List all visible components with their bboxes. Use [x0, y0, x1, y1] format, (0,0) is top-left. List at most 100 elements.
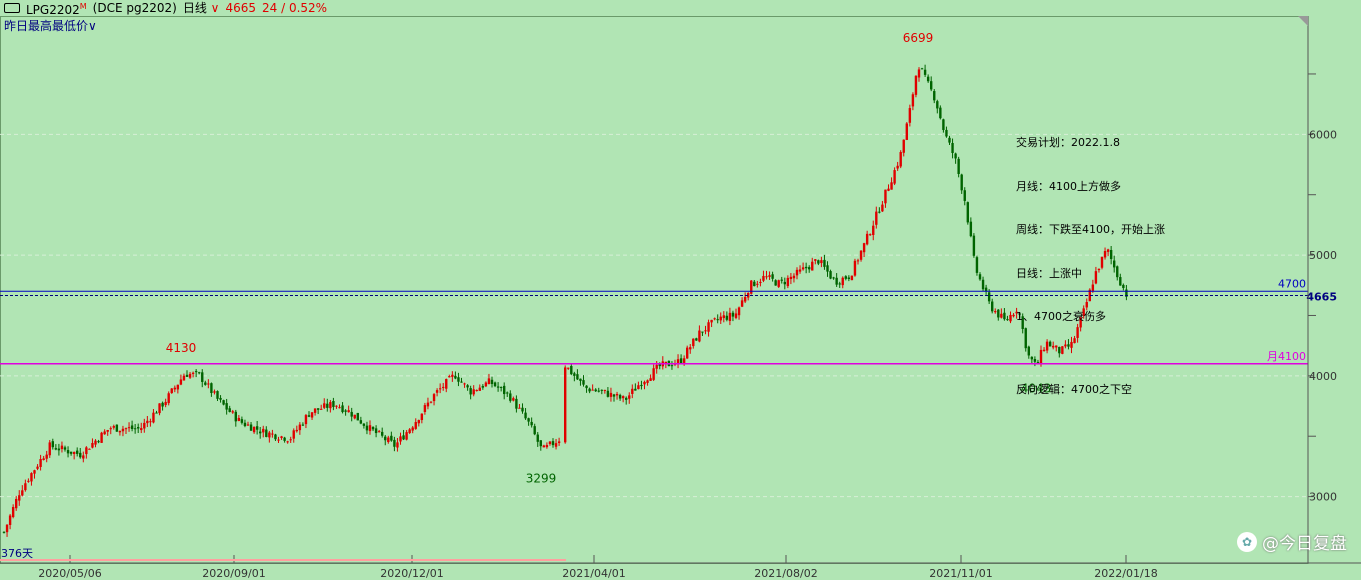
candle-body — [121, 428, 125, 432]
candle-body — [570, 366, 573, 375]
candle-body — [271, 433, 274, 435]
candle-body — [191, 372, 195, 374]
candlesticks — [2, 64, 1128, 537]
candle-body — [176, 384, 180, 390]
candle-body — [295, 429, 298, 432]
candle-body — [381, 431, 384, 436]
candle-body — [417, 420, 420, 424]
candle-body — [368, 425, 372, 432]
candle-body — [798, 269, 802, 272]
candle-body — [347, 410, 350, 413]
candle-body — [393, 439, 396, 447]
candle-body — [481, 386, 485, 388]
candle-body — [216, 391, 219, 399]
candle-body — [207, 383, 210, 385]
candle-body — [521, 407, 524, 412]
candle-body — [222, 400, 225, 405]
candle-body — [978, 274, 982, 280]
candle-body — [423, 405, 427, 413]
candle-body — [478, 387, 481, 391]
candle-body — [112, 426, 115, 428]
candle-body — [762, 275, 765, 281]
candle-body — [844, 276, 847, 279]
candle-body — [182, 375, 186, 381]
candle-body — [859, 250, 863, 260]
candle-body — [387, 437, 390, 443]
candle-body — [765, 276, 768, 278]
candle-body — [933, 91, 936, 101]
candle-body — [954, 153, 957, 159]
candle-body — [173, 387, 176, 390]
candle-body — [829, 271, 832, 279]
candle-body — [1006, 319, 1009, 321]
candle-body — [499, 386, 503, 388]
candle-body — [487, 378, 491, 385]
candle-body — [1012, 314, 1015, 317]
candle-body — [445, 379, 448, 389]
candle-body — [100, 432, 103, 443]
candle-body — [21, 490, 24, 496]
candle-body — [277, 439, 280, 441]
candle-body — [2, 531, 6, 533]
indicator-selector[interactable]: 昨日最高最低价∨ — [4, 18, 97, 34]
candle-body — [286, 441, 289, 443]
candle-body — [893, 170, 896, 184]
candle-body — [917, 69, 921, 78]
note-line: 反向逻辑：4700之下空 — [1016, 382, 1132, 396]
candle-body — [722, 315, 725, 319]
candle-body — [30, 473, 33, 482]
candle-body — [469, 388, 472, 395]
candle-body — [329, 402, 332, 409]
candle-body — [768, 275, 771, 277]
candle-body — [426, 402, 430, 407]
candle-body — [155, 412, 158, 414]
candle-body — [420, 413, 424, 421]
candle-body — [460, 381, 463, 383]
candle-body — [5, 524, 9, 533]
candle-body — [975, 257, 979, 273]
x-tick-label: 2021/08/02 — [754, 567, 817, 580]
candle-body — [54, 448, 58, 450]
note-line: 1、4700之衰伤多 — [1016, 310, 1106, 323]
candle-body — [133, 428, 137, 430]
candle-body — [359, 420, 363, 424]
candle-body — [280, 436, 283, 438]
candle-body — [91, 442, 94, 448]
candle-body — [814, 259, 817, 261]
candle-body — [838, 283, 841, 285]
candle-body — [124, 428, 128, 430]
candle-body — [371, 426, 375, 430]
candle-body — [213, 391, 216, 393]
candle-body — [45, 454, 48, 459]
logo-icon: ✿ — [1237, 531, 1257, 552]
candle-body — [353, 414, 356, 419]
candle-body — [326, 403, 329, 408]
candle-body — [140, 428, 143, 431]
candle-body — [789, 276, 793, 280]
candle-body — [158, 403, 161, 414]
candle-body — [609, 392, 613, 397]
window-icon[interactable] — [4, 3, 20, 13]
candle-body — [652, 368, 655, 380]
candle-body — [265, 429, 268, 437]
y-tick-label: 5000 — [1309, 249, 1337, 262]
candle-body — [545, 444, 549, 448]
candle-body — [643, 381, 646, 385]
candle-body — [130, 425, 134, 430]
candle-body — [820, 260, 823, 264]
candle-body — [274, 434, 277, 440]
note-line: 月线：4100上方做多 — [1016, 179, 1121, 193]
candle-body — [94, 440, 97, 445]
period-selector[interactable]: 日线 ∨ — [183, 0, 220, 16]
candle-body — [753, 281, 756, 287]
candle-body — [1000, 313, 1003, 318]
candle-body — [63, 447, 67, 450]
candle-body — [228, 408, 231, 412]
candle-body — [509, 393, 512, 401]
candle-body — [801, 267, 805, 270]
candle-body — [362, 423, 366, 426]
y-tick-label: 4000 — [1309, 370, 1337, 383]
candle-body — [811, 261, 814, 271]
candle-body — [82, 455, 85, 459]
day-count-label: 376天 — [1, 547, 33, 560]
